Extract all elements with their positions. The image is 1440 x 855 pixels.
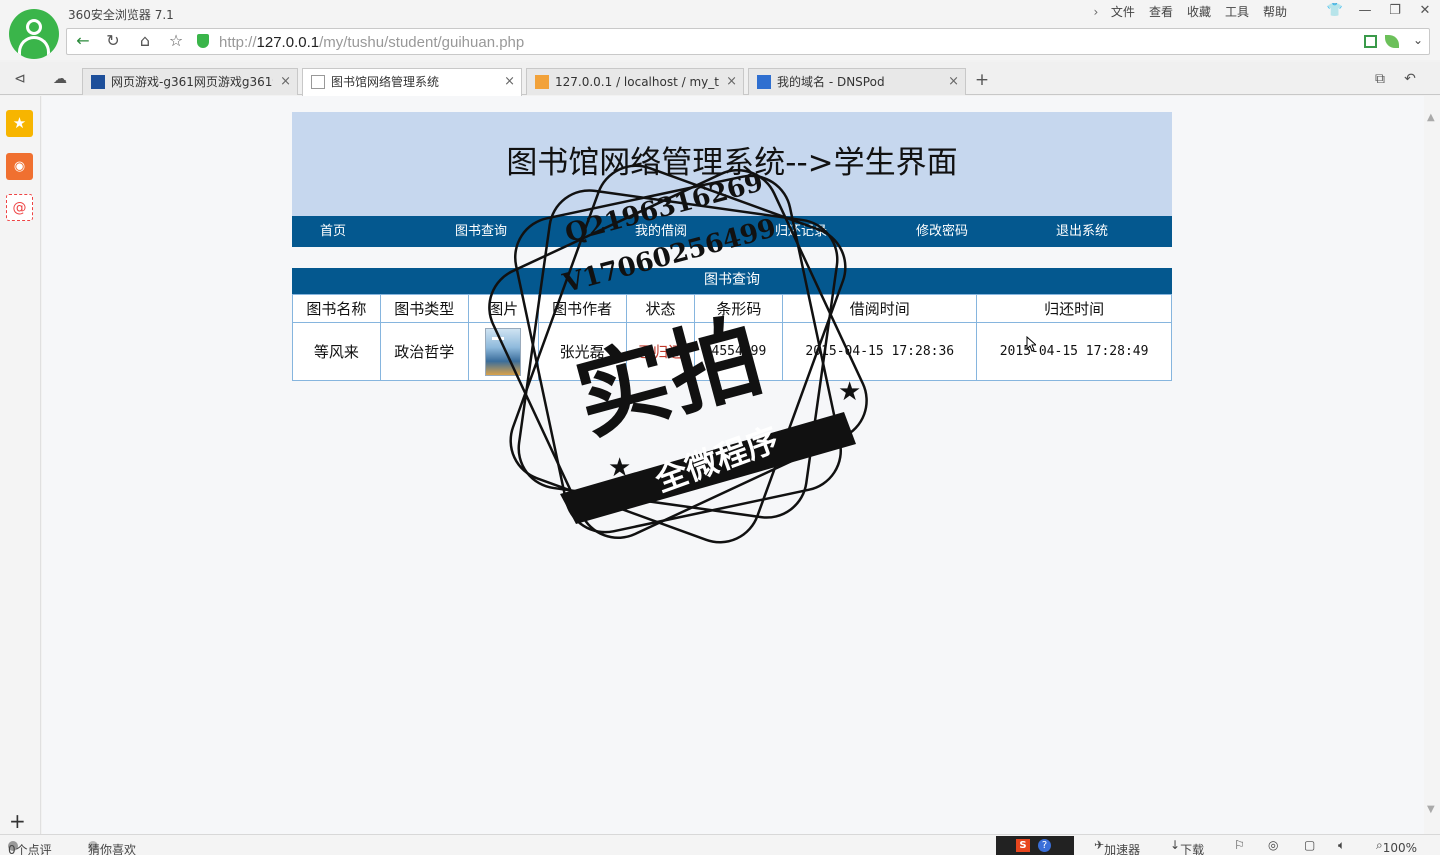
address-bar[interactable]: ← ↻ ⌂ ☆ http://127.0.0.1/my/tushu/studen… [66,28,1430,55]
mouse-cursor-icon [1026,336,1036,352]
weibo-icon[interactable]: ◉ [6,153,33,180]
close-tab-icon[interactable]: × [948,69,959,95]
scroll-down-icon[interactable]: ▼ [1427,804,1435,815]
back-arrow-icon[interactable]: ← [71,29,95,53]
collapse-left-icon[interactable]: ⊲ [10,71,30,87]
minimize-button[interactable]: — [1350,0,1380,24]
status-bar: 0个点评 猜你喜欢 S ? ✈ 加速器 ↓ 下载 ⚐ ◎ ▢ 🔈︎ ⌕ 100% [0,834,1440,855]
scroll-up-icon[interactable]: ▲ [1427,112,1435,123]
security-shield-icon[interactable] [197,34,209,48]
col-header: 图书类型 [379,294,469,323]
cloud-icon[interactable]: ☁ [50,71,70,87]
nav-change-password[interactable]: 修改密码 [916,216,968,247]
volume-icon[interactable]: 🔈︎ [1338,838,1345,853]
skin-icon[interactable]: 👕 [1320,0,1350,24]
star-icon[interactable]: ☆ [164,29,188,53]
cell-book-name: 等风来 [292,322,381,381]
window-icon[interactable]: ▢ [1304,838,1315,852]
menu-view[interactable]: 查看 [1142,4,1180,20]
zoom-control[interactable]: ⌕ 100% [1376,838,1417,855]
chevron-down-icon[interactable]: ⌄ [1413,33,1423,47]
ie-mode-icon[interactable]: ◎ [1268,838,1278,852]
leaf-icon[interactable] [1385,35,1399,48]
cell-borrow-time: 2015-04-15 17:28:36 [782,322,978,381]
accelerator-button[interactable]: ✈ 加速器 [1094,838,1140,855]
col-header: 归还时间 [976,294,1172,323]
menu-help[interactable]: 帮助 [1256,4,1294,20]
vertical-scrollbar[interactable]: ▲ ▼ [1424,96,1440,834]
user-avatar-icon[interactable] [9,9,59,59]
address-bar-row: ← ↻ ⌂ ☆ http://127.0.0.1/my/tushu/studen… [0,26,1440,60]
g361-favicon-icon [91,75,105,89]
left-sidebar: ★ ◉ @ + [0,96,41,834]
download-button[interactable]: ↓ 下载 [1170,838,1204,855]
menu-tools[interactable]: 工具 [1218,4,1256,20]
cell-return-time: 2015-04-15 17:28:49 [976,322,1172,381]
tab-dnspod[interactable]: 我的域名 - DNSPod × [748,68,966,95]
col-header: 图书名称 [292,294,381,323]
app-title: 360安全浏览器 7.1 [68,8,174,22]
sogou-ime-icon[interactable]: S [1016,839,1030,852]
ime-toolbar[interactable]: S ? [996,836,1074,855]
menu-file[interactable]: 文件 [1104,4,1142,20]
cell-book-image [467,322,539,381]
tab-g361[interactable]: 网页游戏-g361网页游戏g361论 × [82,68,298,95]
mail-icon[interactable]: @ [6,194,33,221]
tab-list-icon[interactable]: ⧉ [1370,71,1390,87]
help-icon[interactable]: ? [1038,839,1051,852]
maximize-button[interactable]: ❐ [1380,0,1410,24]
chevron-right-icon[interactable]: › [1088,4,1104,20]
col-header: 图片 [467,294,539,323]
nav-book-search[interactable]: 图书查询 [455,216,507,247]
favorites-star-icon[interactable]: ★ [6,110,33,137]
flag-icon[interactable]: ⚐ [1234,838,1245,852]
nav-home[interactable]: 首页 [320,216,346,247]
browser-title-bar: 360安全浏览器 7.1 › 文件 查看 收藏 工具 帮助 👕 — ❐ ✕ [0,0,1440,26]
undo-close-icon[interactable]: ↶ [1400,71,1420,87]
close-tab-icon[interactable]: × [726,69,737,95]
browser-menu: › 文件 查看 收藏 工具 帮助 [1088,4,1294,20]
close-button[interactable]: ✕ [1410,0,1440,24]
window-controls: 👕 — ❐ ✕ [1320,0,1440,24]
new-tab-button[interactable]: + [971,69,993,93]
cell-book-type: 政治哲学 [379,322,469,381]
tab-strip: ⊲ ☁ 网页游戏-g361网页游戏g361论 × 图书馆网络管理系统 × 127… [0,62,1440,96]
menu-favorites[interactable]: 收藏 [1180,4,1218,20]
nav-return-records[interactable]: 归还记录 [775,216,827,247]
dnspod-favicon-icon [757,75,771,89]
home-icon[interactable]: ⌂ [133,29,157,53]
close-tab-icon[interactable]: × [280,69,291,95]
url-text[interactable]: http://127.0.0.1/my/tushu/student/guihua… [219,34,524,51]
phpmyadmin-favicon-icon [535,75,549,89]
col-header: 借阅时间 [782,294,978,323]
add-sidebar-icon[interactable]: + [9,809,26,833]
tab-phpmyadmin[interactable]: 127.0.0.1 / localhost / my_tu × [526,68,744,95]
refresh-icon[interactable]: ↻ [101,29,125,53]
qr-code-icon[interactable] [1364,35,1377,48]
book-cover-image[interactable] [485,327,522,376]
nav-logout[interactable]: 退出系统 [1056,216,1108,247]
close-tab-icon[interactable]: × [504,69,515,95]
page-favicon-icon [311,75,325,89]
tab-library-system[interactable]: 图书馆网络管理系统 × [302,68,522,96]
